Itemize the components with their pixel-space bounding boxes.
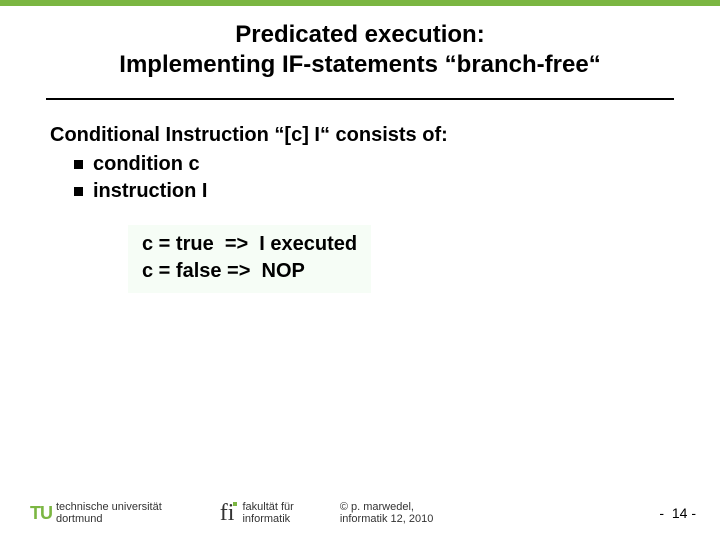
copyright-line-1: © p. marwedel, [340,501,434,514]
list-item: condition c [74,151,670,178]
fi-logo: fi fakultät für informatik [220,501,294,526]
bullet-list: condition c instruction I [50,151,670,205]
tu-logo: TU technische universität dortmund [30,501,162,526]
lead-text: Conditional Instruction “[c] I“ consists… [50,122,670,149]
bullet-text: condition c [93,151,200,178]
code-box: c = true => I executed c = false => NOP [128,225,371,293]
copyright: © p. marwedel, informatik 12, 2010 [340,501,434,526]
fi-line-1: fakultät für [242,501,293,514]
bullet-icon [74,187,83,196]
fi-affiliation: fakultät für informatik [242,501,293,526]
list-item: instruction I [74,178,670,205]
title-line-2: Implementing IF-statements “branch-free“ [40,50,680,80]
tu-line-1: technische universität [56,501,162,514]
bullet-icon [74,160,83,169]
tu-affiliation: technische universität dortmund [56,501,162,526]
fi-mark-icon: fi [220,501,235,525]
bullet-text: instruction I [93,178,207,205]
fi-dot-icon [233,502,237,506]
title-line-1: Predicated execution: [40,20,680,50]
fi-line-2: informatik [242,513,293,526]
slide-content: Conditional Instruction “[c] I“ consists… [0,100,720,293]
slide-footer: TU technische universität dortmund fi fa… [0,501,720,526]
slide-title: Predicated execution: Implementing IF-st… [0,6,720,90]
page-number: - 14 - [659,505,696,521]
code-line: c = false => NOP [142,258,357,285]
tu-line-2: dortmund [56,513,162,526]
tu-mark-icon: TU [30,503,52,524]
copyright-line-2: informatik 12, 2010 [340,513,434,526]
code-line: c = true => I executed [142,231,357,258]
